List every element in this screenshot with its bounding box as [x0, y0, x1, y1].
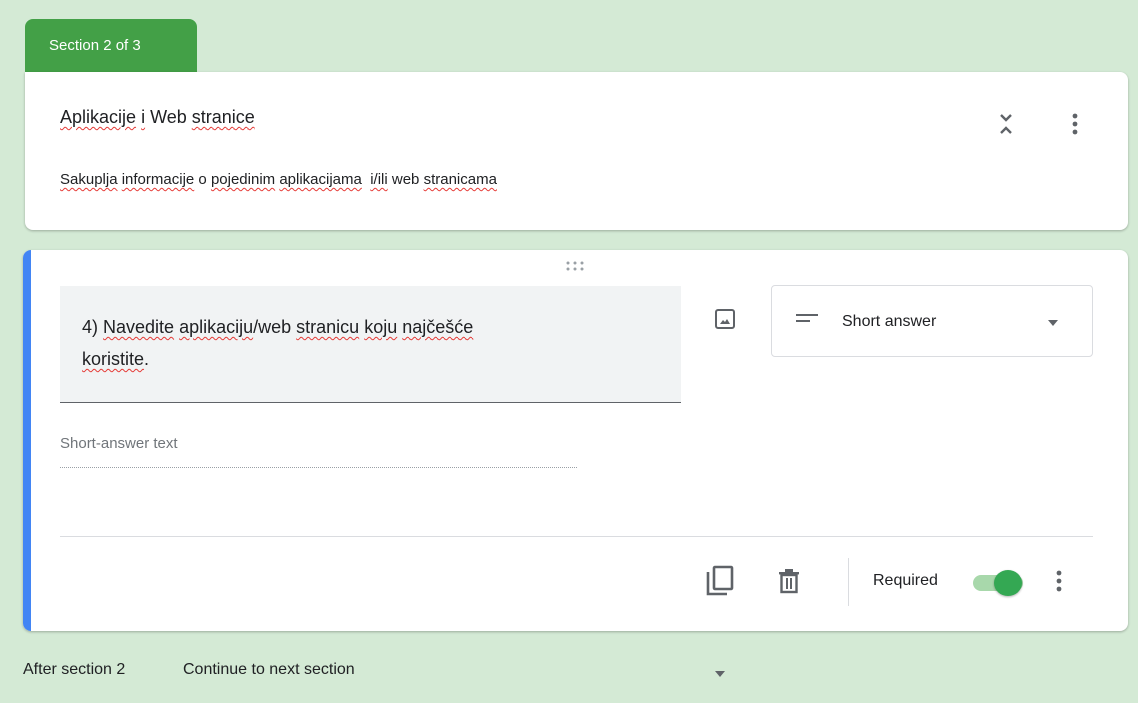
dropdown-arrow-icon	[1048, 320, 1058, 326]
desc-word	[362, 171, 370, 188]
title-word: Web	[145, 107, 192, 127]
more-vert-icon	[1056, 570, 1062, 592]
toggle-thumb	[994, 570, 1022, 596]
question-title-part: najčešće	[402, 317, 474, 337]
section-title[interactable]: Aplikacije i Web stranice	[60, 107, 255, 128]
question-title-part: Navedite	[103, 317, 175, 337]
dropdown-arrow-icon[interactable]	[714, 670, 726, 678]
desc-word: o	[194, 171, 211, 188]
delete-question-button[interactable]	[773, 563, 805, 599]
question-title-part: .	[144, 349, 150, 369]
question-title-part: /web	[253, 317, 297, 337]
short-text-icon	[796, 314, 818, 322]
section-more-button[interactable]	[1061, 108, 1089, 140]
after-section-label: After section 2	[23, 661, 126, 678]
more-vert-icon	[1072, 113, 1078, 135]
question-more-button[interactable]	[1045, 564, 1073, 598]
question-type-dropdown[interactable]: Short answer	[771, 285, 1093, 357]
question-type-label: Short answer	[842, 313, 937, 330]
section-header-card[interactable]: Aplikacije i Web stranice Sakuplja infor…	[25, 72, 1128, 230]
question-title-part: koristite	[82, 349, 145, 369]
trash-icon	[779, 569, 799, 594]
question-title-part: stranicu	[296, 317, 360, 337]
question-title-input[interactable]: 4) Navedite aplikaciju/web stranicu koju…	[60, 286, 681, 403]
required-toggle[interactable]	[969, 570, 1027, 596]
duplicate-question-button[interactable]	[703, 563, 737, 599]
question-title-part: aplikaciju	[179, 317, 254, 337]
section-description[interactable]: Sakuplja informacije o pojedinim aplikac…	[60, 171, 497, 188]
collapse-section-button[interactable]	[991, 108, 1021, 140]
question-title-part: 4)	[82, 317, 104, 337]
footer-vertical-divider	[848, 558, 849, 606]
desc-word: aplikacijama	[279, 171, 362, 188]
desc-word: stranicama	[423, 171, 497, 188]
short-answer-placeholder: Short-answer text	[60, 435, 577, 468]
title-word: Aplikacije	[60, 107, 137, 127]
desc-word: i/ili	[370, 171, 388, 188]
question-title-part: koju	[364, 317, 398, 337]
question-card[interactable]: 4) Navedite aplikaciju/web stranicu koju…	[23, 250, 1128, 631]
question-footer-divider	[60, 536, 1093, 537]
copy-icon	[706, 565, 734, 596]
active-question-indicator	[23, 250, 31, 631]
desc-word: informacije	[121, 171, 195, 188]
after-section-dropdown[interactable]: Continue to next section	[183, 661, 355, 679]
desc-word: web	[387, 171, 424, 188]
desc-word: pojedinim	[210, 171, 276, 188]
drag-handle-icon[interactable]	[564, 260, 588, 272]
desc-word: Sakuplja	[60, 171, 118, 188]
required-label: Required	[873, 572, 938, 589]
section-tab: Section 2 of 3	[25, 19, 197, 73]
title-word: stranice	[191, 107, 255, 127]
image-icon	[715, 309, 735, 329]
collapse-icon	[1000, 114, 1012, 134]
add-image-button[interactable]	[711, 305, 739, 333]
form-editor: Section 2 of 3 Aplikacije i Web stranice…	[0, 0, 1138, 703]
